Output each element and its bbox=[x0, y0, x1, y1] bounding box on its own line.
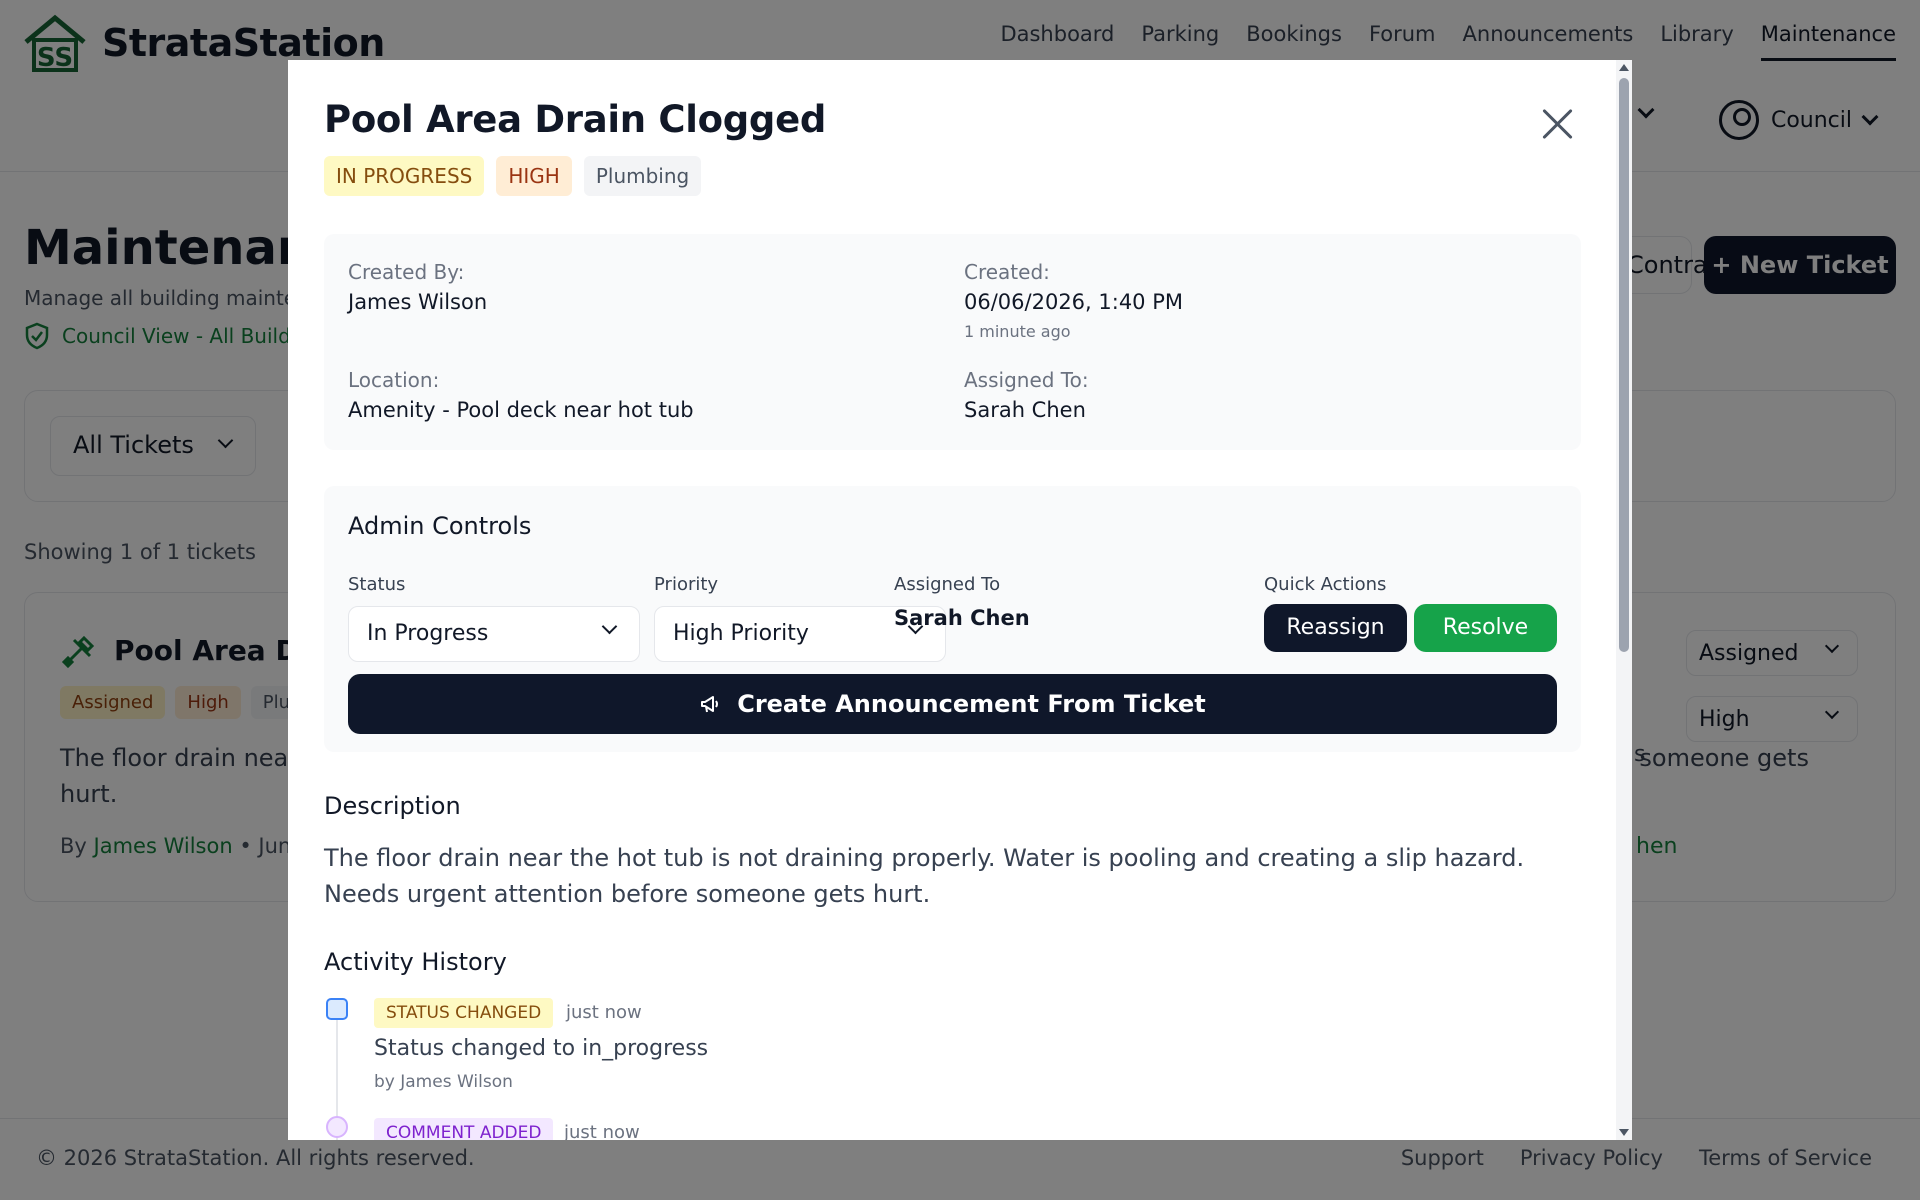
modal-badges: IN PROGRESS HIGH Plumbing bbox=[324, 156, 702, 196]
create-announcement-label: Create Announcement From Ticket bbox=[737, 690, 1206, 718]
assigned-to-label: Assigned To: bbox=[964, 368, 1089, 392]
activity-type-badge: STATUS CHANGED bbox=[374, 998, 554, 1028]
megaphone-icon bbox=[701, 696, 719, 713]
resolve-button[interactable]: Resolve bbox=[1414, 604, 1557, 652]
admin-assigned-value: Sarah Chen bbox=[894, 606, 1030, 630]
activity-by: by James Wilson bbox=[374, 1072, 513, 1092]
scroll-down-arrow-icon[interactable] bbox=[1619, 1129, 1629, 1136]
status-select-value: In Progress bbox=[367, 621, 489, 646]
close-icon[interactable] bbox=[1542, 108, 1574, 140]
modal-title: Pool Area Drain Clogged bbox=[324, 98, 827, 141]
assigned-to-value: Sarah Chen bbox=[964, 398, 1086, 422]
created-label: Created: bbox=[964, 260, 1050, 284]
category-badge: Plumbing bbox=[583, 156, 702, 196]
activity-time: just now bbox=[564, 1122, 640, 1140]
description-text: The floor drain near the hot tub is not … bbox=[324, 844, 1525, 908]
location-label: Location: bbox=[348, 368, 440, 392]
activity-heading: Activity History bbox=[324, 948, 507, 976]
activity-type-badge: COMMENT ADDED bbox=[374, 1118, 554, 1140]
ticket-info-card: Created By: James Wilson Created: 06/06/… bbox=[324, 234, 1581, 450]
priority-select-value: High Priority bbox=[673, 621, 809, 646]
created-value: 06/06/2026, 1:40 PM bbox=[964, 290, 1184, 314]
refresh-icon bbox=[326, 998, 348, 1020]
comment-icon bbox=[326, 1116, 348, 1138]
chevron-down-icon bbox=[601, 618, 618, 635]
priority-label: Priority bbox=[654, 574, 719, 595]
created-by-label: Created By: bbox=[348, 260, 465, 284]
status-badge: IN PROGRESS bbox=[324, 156, 485, 196]
modal-scrollbar[interactable] bbox=[1616, 60, 1632, 1140]
quick-actions-label: Quick Actions bbox=[1264, 574, 1387, 595]
status-select[interactable]: In Progress bbox=[348, 606, 640, 662]
reassign-button[interactable]: Reassign bbox=[1264, 604, 1407, 652]
activity-time: just now bbox=[566, 1002, 642, 1023]
created-ago: 1 minute ago bbox=[964, 322, 1071, 341]
status-label: Status bbox=[348, 574, 406, 595]
priority-badge: HIGH bbox=[496, 156, 572, 196]
location-value: Amenity - Pool deck near hot tub bbox=[348, 398, 694, 422]
created-by-value: James Wilson bbox=[348, 290, 488, 314]
scroll-up-arrow-icon[interactable] bbox=[1619, 64, 1629, 71]
admin-controls-card: Admin Controls Status In Progress Priori… bbox=[324, 486, 1581, 752]
create-announcement-button[interactable]: Create Announcement From Ticket bbox=[348, 674, 1557, 734]
activity-text: Status changed to in_progress bbox=[374, 1036, 709, 1061]
admin-controls-title: Admin Controls bbox=[348, 512, 532, 540]
ticket-detail-modal: Pool Area Drain Clogged IN PROGRESS HIGH… bbox=[288, 60, 1632, 1140]
scroll-thumb[interactable] bbox=[1619, 78, 1629, 652]
admin-assigned-label: Assigned To bbox=[894, 574, 1001, 595]
description-heading: Description bbox=[324, 792, 461, 820]
